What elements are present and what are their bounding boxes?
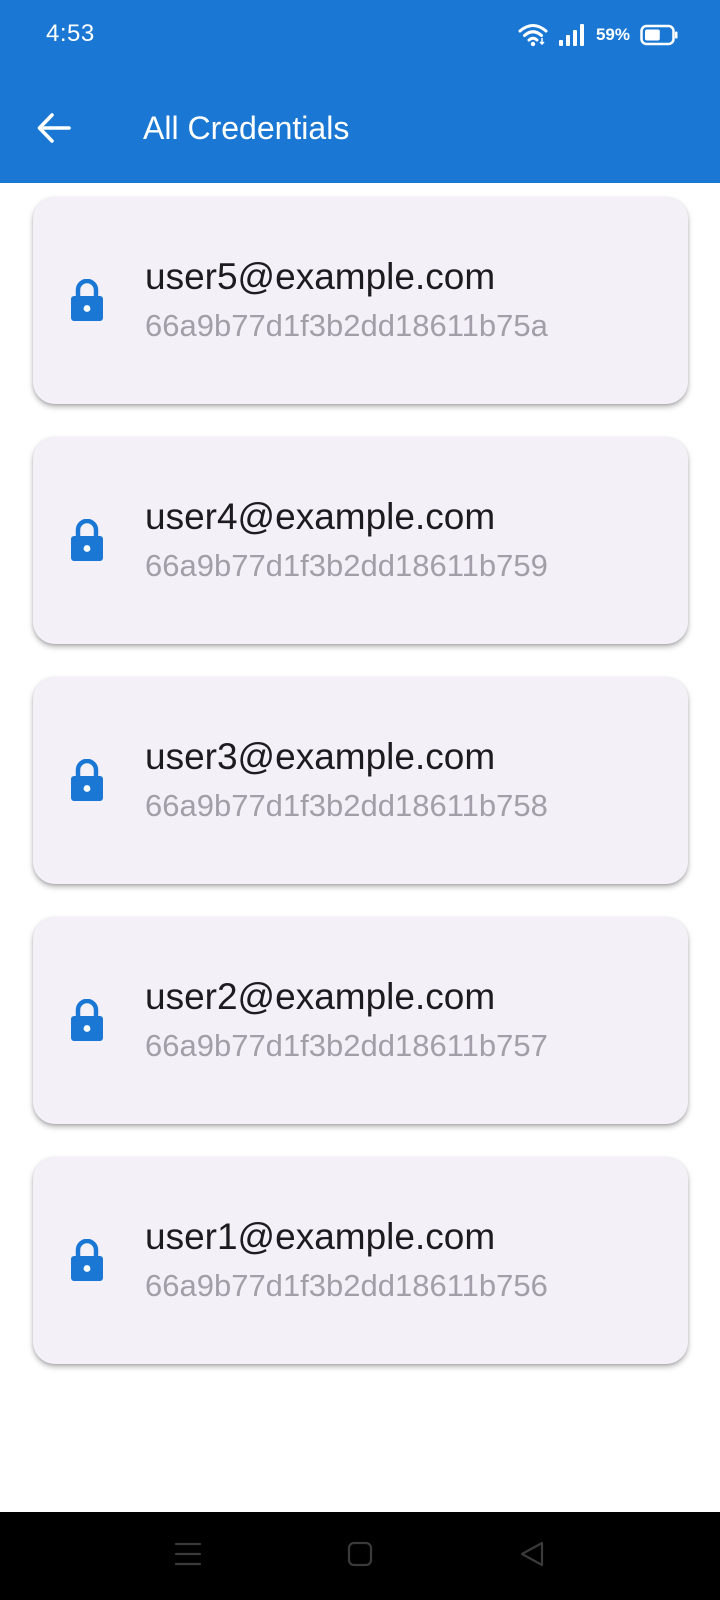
recents-button[interactable] <box>164 1532 212 1580</box>
credential-card[interactable]: user3@example.com 66a9b77d1f3b2dd18611b7… <box>33 677 688 884</box>
arrow-left-icon <box>37 112 71 148</box>
credential-email: user4@example.com <box>145 496 496 537</box>
app-header: 4:53 59% All Credentials <box>0 0 720 183</box>
lock-icon <box>69 278 105 323</box>
credential-card[interactable]: user2@example.com 66a9b77d1f3b2dd18611b7… <box>33 917 688 1124</box>
credential-card[interactable]: user4@example.com 66a9b77d1f3b2dd18611b7… <box>33 437 688 644</box>
lock-icon <box>69 758 105 803</box>
signal-icon <box>558 23 586 47</box>
system-nav-bar <box>0 1512 720 1600</box>
credential-id: 66a9b77d1f3b2dd18611b758 <box>145 788 548 823</box>
status-bar: 4:53 59% <box>0 0 720 70</box>
credential-card[interactable]: user5@example.com 66a9b77d1f3b2dd18611b7… <box>33 197 688 404</box>
home-icon <box>346 1540 374 1573</box>
credential-email: user2@example.com <box>145 976 496 1017</box>
credential-email: user3@example.com <box>145 736 496 777</box>
lock-icon <box>69 1238 105 1283</box>
credential-id: 66a9b77d1f3b2dd18611b759 <box>145 548 548 583</box>
status-icons: 59% <box>518 20 678 50</box>
app-bar: All Credentials <box>0 90 720 166</box>
credential-card[interactable]: user1@example.com 66a9b77d1f3b2dd18611b7… <box>33 1157 688 1364</box>
lock-icon <box>69 998 105 1043</box>
credential-id: 66a9b77d1f3b2dd18611b756 <box>145 1268 548 1303</box>
battery-icon <box>640 24 678 46</box>
back-triangle-icon <box>518 1540 546 1573</box>
wifi-icon <box>518 23 548 47</box>
credential-id: 66a9b77d1f3b2dd18611b757 <box>145 1028 548 1063</box>
page-title: All Credentials <box>143 110 350 146</box>
menu-icon <box>174 1541 202 1572</box>
credential-email: user1@example.com <box>145 1216 496 1257</box>
lock-icon <box>69 518 105 563</box>
status-time: 4:53 <box>46 20 95 47</box>
credential-email: user5@example.com <box>145 256 496 297</box>
credential-id: 66a9b77d1f3b2dd18611b75a <box>145 308 548 343</box>
home-button[interactable] <box>336 1532 384 1580</box>
battery-percent: 59% <box>595 25 630 44</box>
back-button[interactable] <box>32 108 76 152</box>
system-back-button[interactable] <box>508 1532 556 1580</box>
